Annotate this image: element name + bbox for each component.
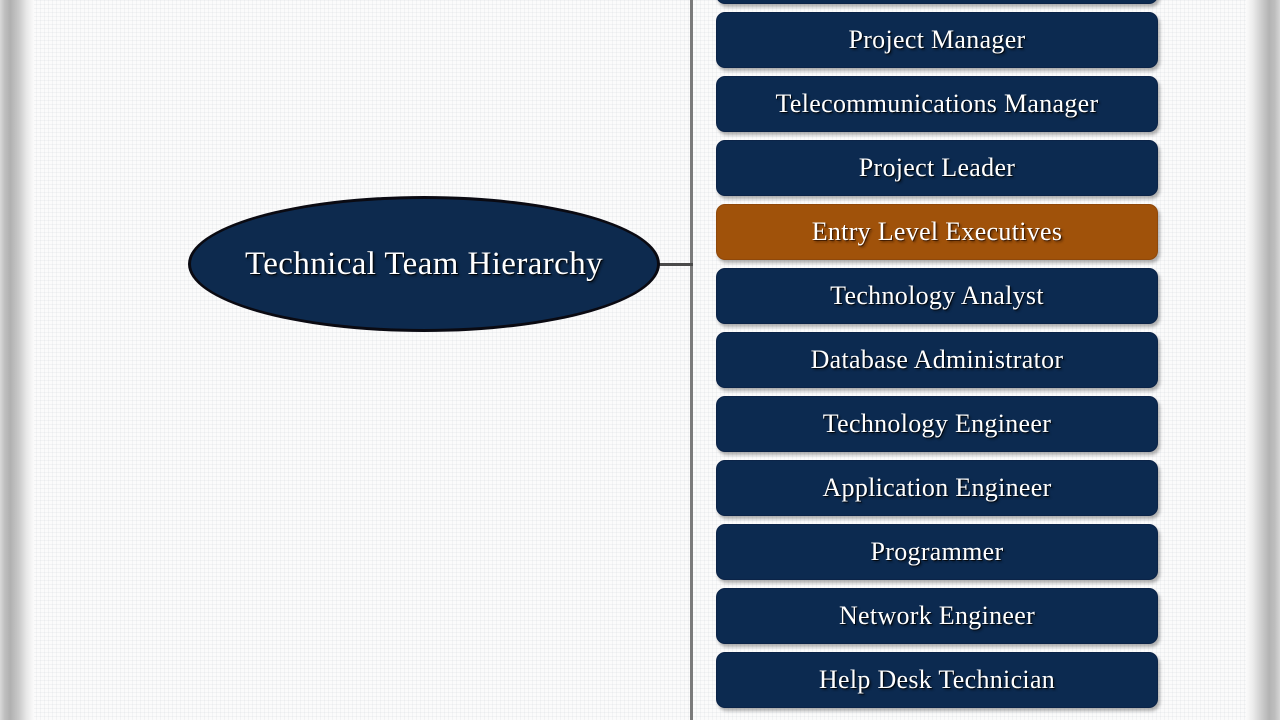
hierarchy-node-label: Technology Analyst (830, 281, 1044, 310)
hierarchy-node-label: Help Desk Technician (818, 665, 1056, 694)
hierarchy-node-entry-level-executives[interactable]: Entry Level Executives (716, 204, 1158, 260)
hierarchy-node-telecommunications-manager[interactable]: Telecommunications Manager (716, 76, 1158, 132)
hierarchy-node-technology-engineer[interactable]: Technology Engineer (716, 396, 1158, 452)
hierarchy-node-network-engineer[interactable]: Network Engineer (716, 588, 1158, 644)
hierarchy-node-label: Entry Level Executives (811, 217, 1063, 246)
hierarchy-node-help-desk-technician[interactable]: Help Desk Technician (716, 652, 1158, 708)
root-node-label: Technical Team Hierarchy (244, 245, 604, 282)
hierarchy-node-project-manager[interactable]: Project Manager (716, 12, 1158, 68)
hierarchy-node-label: Project Manager (848, 25, 1026, 54)
page-edge-shadow-left (0, 0, 34, 720)
hierarchy-node-project-leader[interactable]: Project Leader (716, 140, 1158, 196)
page-edge-shadow-right (1246, 0, 1280, 720)
hierarchy-node-application-engineer[interactable]: Application Engineer (716, 460, 1158, 516)
root-branch-connector (655, 263, 693, 266)
hierarchy-node-label: Database Administrator (810, 345, 1064, 374)
hierarchy-node-list: Project Manager Telecommunications Manage… (716, 0, 1158, 716)
hierarchy-node-label: Technology Engineer (822, 409, 1052, 438)
hierarchy-node-label: Programmer (870, 537, 1004, 566)
hierarchy-spine-line (690, 0, 693, 720)
hierarchy-node-label: Telecommunications Manager (775, 89, 1099, 118)
hierarchy-node-untitled[interactable] (716, 0, 1158, 4)
root-node-technical-team-hierarchy[interactable]: Technical Team Hierarchy (188, 196, 660, 332)
hierarchy-node-database-administrator[interactable]: Database Administrator (716, 332, 1158, 388)
hierarchy-node-label: Network Engineer (838, 601, 1036, 630)
diagram-canvas: Technical Team Hierarchy Project Manager… (0, 0, 1280, 720)
hierarchy-node-programmer[interactable]: Programmer (716, 524, 1158, 580)
hierarchy-node-technology-analyst[interactable]: Technology Analyst (716, 268, 1158, 324)
hierarchy-node-label: Project Leader (858, 153, 1016, 182)
hierarchy-node-label: Application Engineer (822, 473, 1052, 502)
